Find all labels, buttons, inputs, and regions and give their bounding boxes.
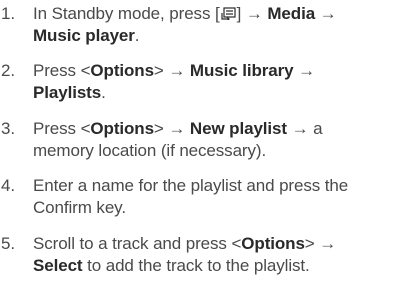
menu-item-music-library: Music library <box>189 61 294 80</box>
step-line: Confirm key. <box>33 197 411 219</box>
step-text-segment: memory location (if necessary). <box>33 141 267 160</box>
menu-item-media: Media <box>267 4 316 23</box>
step-text-segment: . <box>101 83 106 102</box>
step-line: Music player. <box>33 25 411 47</box>
step-line: Press <Options> → Music library → <box>33 60 411 82</box>
softkey-options: Options <box>241 234 305 253</box>
step-line: Enter a name for the playlist and press … <box>33 175 411 197</box>
step-text-segment: Press < <box>33 61 91 80</box>
step-text: Scroll to a track and press <Options> → … <box>33 233 411 277</box>
softkey-options: Options <box>90 119 154 138</box>
step-line: memory location (if necessary). <box>33 140 411 162</box>
menu-key-icon <box>220 7 236 20</box>
menu-item-new-playlist: New playlist <box>189 119 287 138</box>
softkey-options: Options <box>90 61 154 80</box>
step-text: Enter a name for the playlist and press … <box>33 175 411 219</box>
step-text: Press <Options> → Music library → Playli… <box>33 60 411 104</box>
step-text-segment: > → <box>304 234 337 253</box>
step-text-segment: ] → <box>236 4 268 23</box>
step-text-segment: → <box>315 4 337 23</box>
step-number: 5. <box>1 234 15 253</box>
step-number: 2. <box>1 61 15 80</box>
step-text-segment: → <box>293 61 316 80</box>
menu-item-playlists: Playlists <box>33 83 102 102</box>
step-text-segment: > → <box>153 119 190 138</box>
step-line: Playlists. <box>33 82 411 104</box>
step-text-segment: Scroll to a track and press < <box>33 234 242 253</box>
step-text: In Standby mode, press [ ] → Media → Musi… <box>33 3 411 47</box>
step-text-segment: Confirm key. <box>33 198 126 217</box>
step-line: Scroll to a track and press <Options> → <box>33 233 411 255</box>
step-text: Press <Options> → New playlist → a memor… <box>33 118 411 162</box>
step-line: Press <Options> → New playlist → a <box>33 118 411 140</box>
step-text-segment: Press < <box>33 119 91 138</box>
step-text-segment: → a <box>286 119 323 138</box>
step-number: 3. <box>1 119 15 138</box>
menu-item-music-player: Music player <box>33 26 135 45</box>
step-number: 4. <box>1 176 15 195</box>
step-text-segment: . <box>134 26 140 45</box>
step-text-segment: Enter a name for the playlist and press … <box>33 176 349 195</box>
menu-item-select: Select <box>33 256 83 275</box>
step-text-segment: to add the track to the playlist. <box>82 256 310 275</box>
step-number: 1. <box>1 4 15 23</box>
step-line: Select to add the track to the playlist. <box>33 255 411 277</box>
step-line: In Standby mode, press [ ] → Media → <box>33 3 411 25</box>
step-text-segment: In Standby mode, press [ <box>33 4 220 23</box>
step-text-segment: > → <box>153 61 190 80</box>
